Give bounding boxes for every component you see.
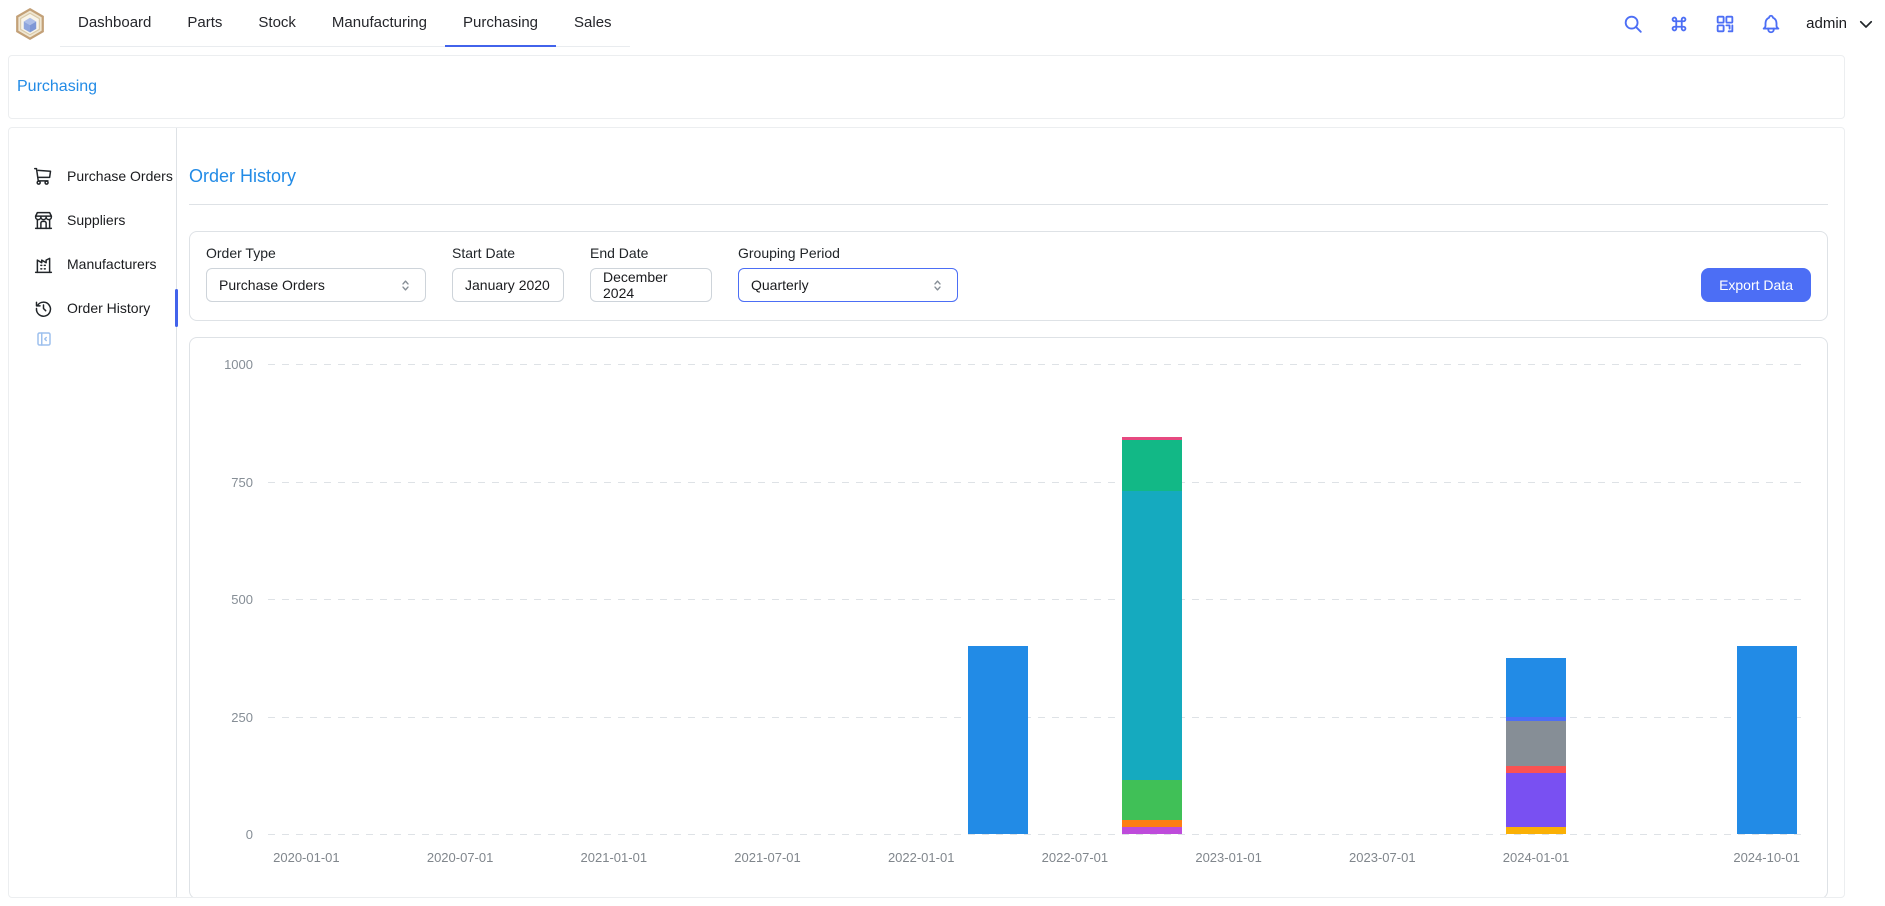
y-tick-label: 750 xyxy=(204,475,253,491)
bar-2024-01-01[interactable] xyxy=(1506,658,1566,834)
order-type-value: Purchase Orders xyxy=(219,277,325,293)
selector-icon xyxy=(930,278,945,293)
sidebar: Purchase Orders Suppliers Manufacturers Ord… xyxy=(9,128,177,897)
tab-stock[interactable]: Stock xyxy=(240,0,314,47)
bar-segment[interactable] xyxy=(1122,491,1182,780)
bar-segment[interactable] xyxy=(1737,646,1797,834)
sidebar-item-suppliers[interactable]: Suppliers xyxy=(9,198,176,242)
content-area: Order History Order Type Purchase Orders… xyxy=(177,128,1844,897)
top-navbar: DashboardPartsStockManufacturingPurchasi… xyxy=(0,0,1885,47)
main-tab-bar: DashboardPartsStockManufacturingPurchasi… xyxy=(60,0,630,47)
gridline-0 xyxy=(268,834,1805,835)
user-name: admin xyxy=(1806,15,1847,32)
chart-card: 0 250 500 750 1000 2020-01-01 2020-07-01 2021-0… xyxy=(189,337,1828,898)
end-date-value: December 2024 xyxy=(603,269,699,301)
tab-parts[interactable]: Parts xyxy=(169,0,240,47)
end-date-input[interactable]: December 2024 xyxy=(590,268,712,302)
start-date-value: January 2020 xyxy=(465,277,550,293)
gridline-250 xyxy=(268,717,1805,718)
bar-2022-04-01[interactable] xyxy=(968,646,1028,834)
gridline-500 xyxy=(268,599,1805,600)
x-tick-label: 2022-07-01 xyxy=(1015,850,1135,865)
x-tick-label: 2020-01-01 xyxy=(246,850,366,865)
tab-purchasing[interactable]: Purchasing xyxy=(445,0,556,47)
selector-icon xyxy=(398,278,413,293)
bar-2024-10-01[interactable] xyxy=(1737,646,1797,834)
x-tick-label: 2023-07-01 xyxy=(1322,850,1442,865)
gridline-750 xyxy=(268,482,1805,483)
y-tick-label: 0 xyxy=(204,827,253,843)
bar-segment[interactable] xyxy=(1506,721,1566,766)
filter-card: Order Type Purchase Orders Start Date Ja… xyxy=(189,231,1828,321)
y-tick-label: 250 xyxy=(204,710,253,726)
bar-segment[interactable] xyxy=(1122,440,1182,492)
x-tick-label: 2021-01-01 xyxy=(554,850,674,865)
end-date-field: End Date December 2024 xyxy=(590,245,712,302)
order-type-select[interactable]: Purchase Orders xyxy=(206,268,426,302)
navbar-actions: admin xyxy=(1622,0,1885,47)
factory-icon xyxy=(33,254,54,275)
breadcrumb-panel: Purchasing xyxy=(8,55,1845,119)
bar-segment[interactable] xyxy=(1122,827,1182,834)
gridline-1000 xyxy=(268,364,1805,365)
sidebar-item-label: Manufacturers xyxy=(67,256,156,272)
tab-dashboard[interactable]: Dashboard xyxy=(60,0,169,47)
main-panel: Purchase Orders Suppliers Manufacturers Ord… xyxy=(8,127,1845,898)
sidebar-item-label: Suppliers xyxy=(67,212,125,228)
breadcrumb[interactable]: Purchasing xyxy=(17,78,97,96)
bar-segment[interactable] xyxy=(1506,773,1566,827)
order-type-label: Order Type xyxy=(206,245,426,261)
sidebar-item-label: Order History xyxy=(67,300,150,316)
inventree-logo-icon xyxy=(13,7,47,41)
search-icon[interactable] xyxy=(1622,13,1644,35)
collapse-sidebar-icon[interactable] xyxy=(35,335,53,352)
title-divider xyxy=(189,204,1828,205)
user-menu[interactable]: admin xyxy=(1806,15,1875,33)
bar-segment[interactable] xyxy=(968,646,1028,834)
history-icon xyxy=(33,298,54,319)
order-type-field: Order Type Purchase Orders xyxy=(206,245,426,302)
sidebar-item-purchase-orders[interactable]: Purchase Orders xyxy=(9,154,176,198)
x-tick-label: 2024-01-01 xyxy=(1476,850,1596,865)
export-data-button[interactable]: Export Data xyxy=(1701,268,1811,302)
end-date-label: End Date xyxy=(590,245,712,261)
bar-segment[interactable] xyxy=(1506,827,1566,834)
y-tick-label: 500 xyxy=(204,592,253,608)
y-tick-label: 1000 xyxy=(204,357,253,373)
x-tick-label: 2022-01-01 xyxy=(861,850,981,865)
bar-segment[interactable] xyxy=(1506,766,1566,773)
bar-segment[interactable] xyxy=(1506,658,1566,717)
app-logo[interactable] xyxy=(8,0,52,47)
command-icon[interactable] xyxy=(1668,13,1690,35)
page-title: Order History xyxy=(189,166,1828,187)
tab-manufacturing[interactable]: Manufacturing xyxy=(314,0,445,47)
sidebar-item-manufacturers[interactable]: Manufacturers xyxy=(9,242,176,286)
bar-segment[interactable] xyxy=(1122,820,1182,827)
x-tick-label: 2023-01-01 xyxy=(1169,850,1289,865)
bar-2022-10-01[interactable] xyxy=(1122,437,1182,834)
sidebar-item-order-history[interactable]: Order History xyxy=(9,286,176,330)
grouping-period-field: Grouping Period Quarterly xyxy=(738,245,958,302)
store-icon xyxy=(33,210,54,231)
x-tick-label: 2021-07-01 xyxy=(708,850,828,865)
bar-segment[interactable] xyxy=(1122,780,1182,820)
x-tick-label: 2024-10-01 xyxy=(1707,850,1827,865)
qrcode-icon[interactable] xyxy=(1714,13,1736,35)
grouping-period-select[interactable]: Quarterly xyxy=(738,268,958,302)
start-date-field: Start Date January 2020 xyxy=(452,245,564,302)
sidebar-item-label: Purchase Orders xyxy=(67,168,173,184)
grouping-period-label: Grouping Period xyxy=(738,245,958,261)
grouping-period-value: Quarterly xyxy=(751,277,809,293)
start-date-input[interactable]: January 2020 xyxy=(452,268,564,302)
cart-icon xyxy=(33,166,54,187)
chevron-down-icon xyxy=(1857,15,1875,33)
start-date-label: Start Date xyxy=(452,245,564,261)
x-tick-label: 2020-07-01 xyxy=(400,850,520,865)
tab-sales[interactable]: Sales xyxy=(556,0,630,47)
bell-icon[interactable] xyxy=(1760,13,1782,35)
order-history-chart: 0 250 500 750 1000 2020-01-01 2020-07-01 2021-0… xyxy=(204,348,1813,888)
